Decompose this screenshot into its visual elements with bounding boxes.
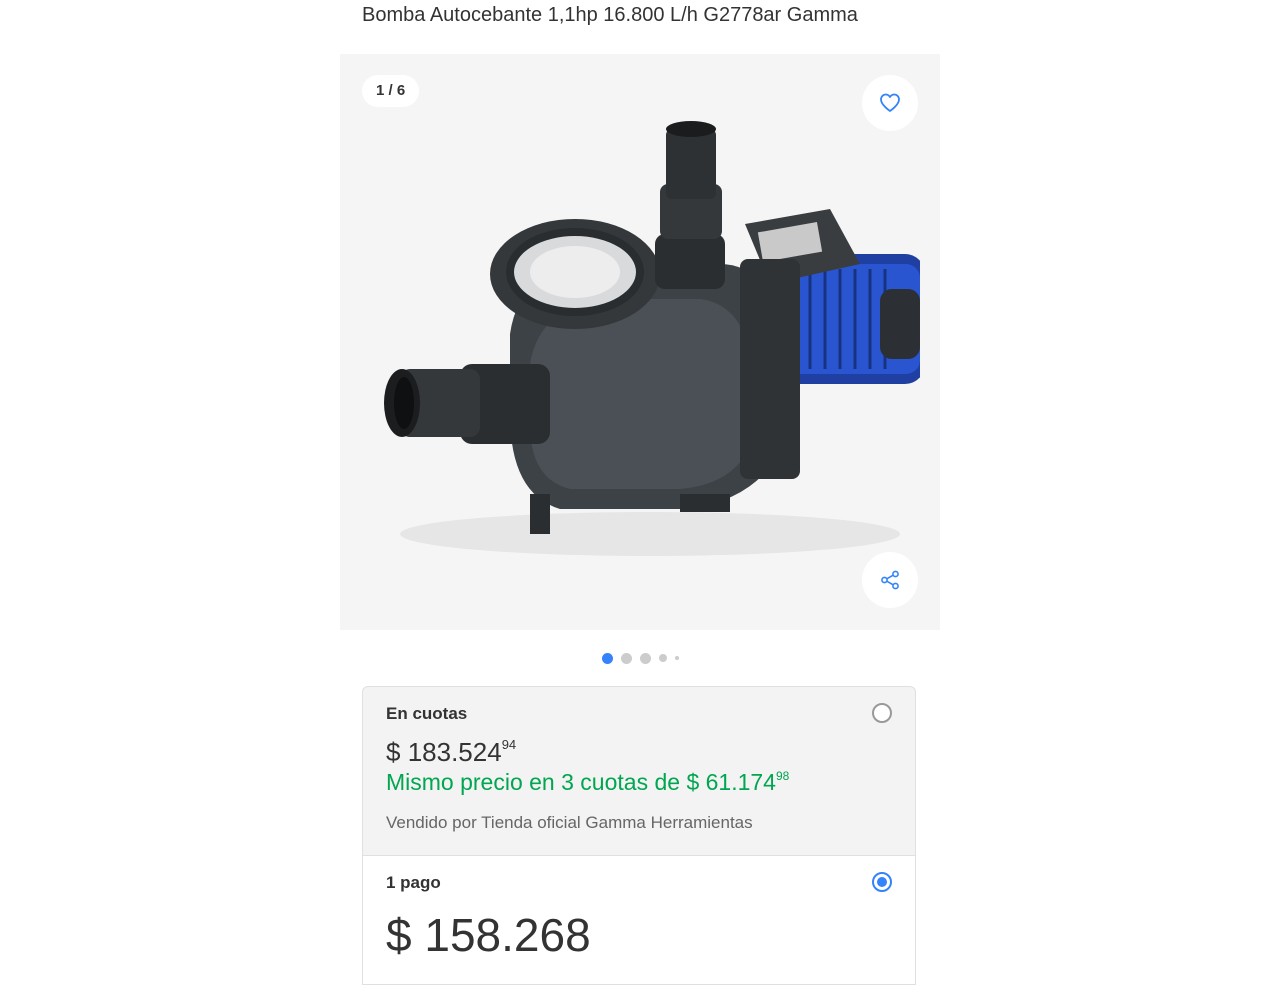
image-gallery[interactable]: 1 / 6: [340, 54, 940, 630]
share-icon: [881, 570, 899, 590]
installments-text: Mismo precio en 3 cuotas de: [386, 769, 681, 795]
installments-option[interactable]: En cuotas $ 183.52494 Mismo precio en 3 …: [362, 686, 916, 856]
product-image[interactable]: [360, 114, 920, 574]
price-amount: 158.268: [424, 909, 591, 961]
single-payment-price: $ 158.268: [386, 908, 591, 962]
image-counter: 1 / 6: [362, 75, 420, 107]
installments-radio[interactable]: [872, 703, 892, 723]
single-payment-label: 1 pago: [386, 873, 441, 892]
seller-info: Vendido por Tienda oficial Gamma Herrami…: [386, 813, 753, 832]
pagination-dot[interactable]: [620, 652, 632, 664]
currency-symbol: $: [386, 737, 401, 767]
gallery-pagination[interactable]: [0, 650, 1280, 666]
installments-detail: Mismo precio en 3 cuotas de $ 61.17498: [386, 769, 789, 796]
currency-symbol: $: [686, 769, 700, 795]
single-payment-radio[interactable]: [872, 872, 892, 892]
currency-symbol: $: [386, 909, 412, 961]
pagination-dot[interactable]: [658, 654, 667, 662]
pagination-dot[interactable]: [674, 656, 679, 660]
installments-total-price: $ 183.52494: [386, 737, 516, 768]
pagination-dot[interactable]: [601, 652, 613, 664]
installment-amount: 61.174: [705, 769, 776, 795]
pagination-dot[interactable]: [639, 652, 651, 664]
single-payment-option[interactable]: 1 pago $ 158.268: [362, 855, 916, 985]
price-amount: 183.524: [407, 737, 502, 767]
installments-label: En cuotas: [386, 704, 468, 723]
price-cents: 94: [501, 737, 517, 752]
product-title: Bomba Autocebante 1,1hp 16.800 L/h G2778…: [362, 4, 858, 26]
installment-cents: 98: [775, 769, 790, 783]
heart-icon: [880, 93, 900, 112]
share-button[interactable]: [862, 552, 918, 608]
